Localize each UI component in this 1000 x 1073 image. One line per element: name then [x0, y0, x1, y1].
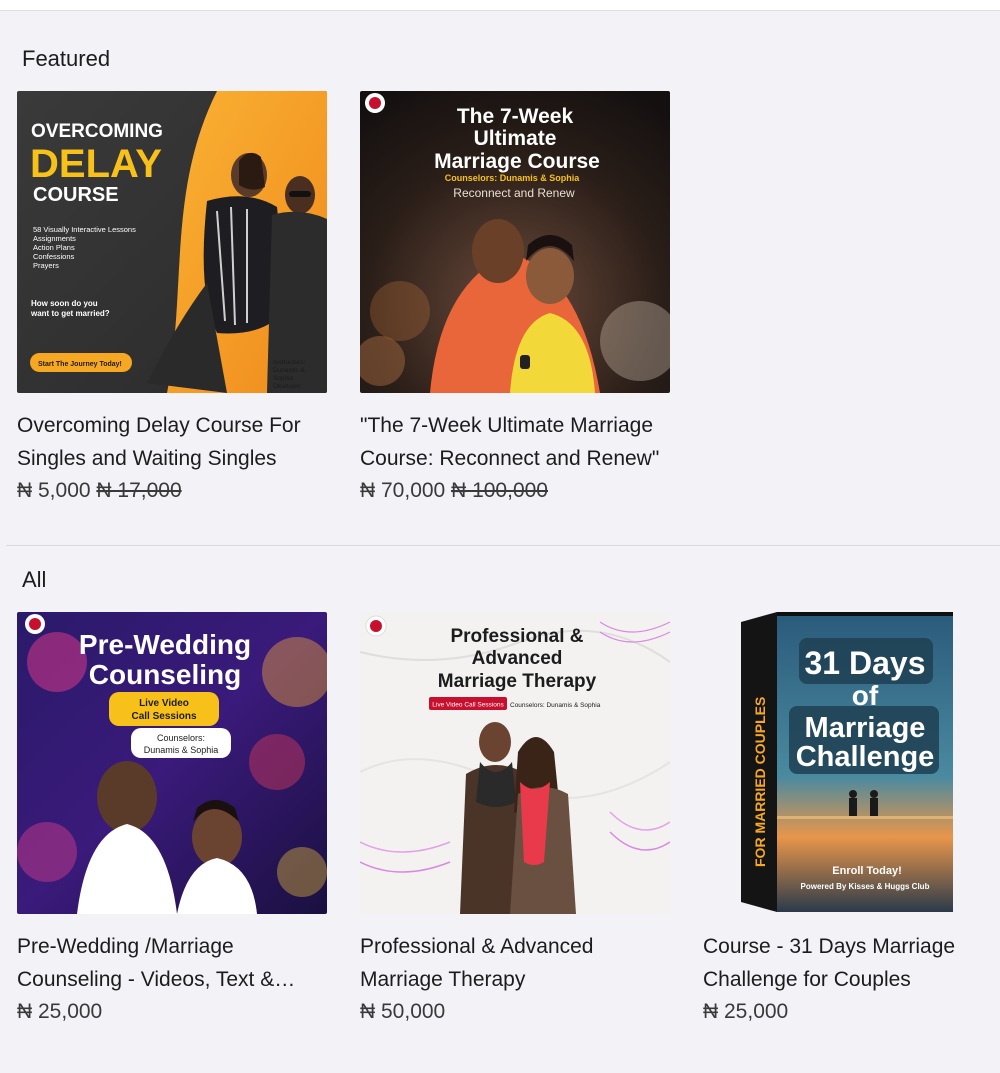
- cover-line3: COURSE: [33, 184, 119, 206]
- cover-question: How soon do you: [31, 299, 98, 308]
- top-bar: [0, 0, 1000, 11]
- cover-counselors: Counselors: Dunamis & Sophia: [445, 173, 581, 183]
- cover-line3: Marriage Course: [434, 150, 600, 173]
- cover-question: want to get married?: [30, 309, 110, 318]
- brand-logo-icon: [369, 97, 381, 109]
- cover-feature: Confessions: [33, 252, 75, 261]
- original-price: ₦ 100,000: [451, 479, 548, 502]
- cover-line1: Professional &: [450, 626, 583, 647]
- product-price: ₦ 25,000: [17, 996, 327, 1028]
- current-price: ₦ 50,000: [360, 1000, 446, 1023]
- cover-bubble2: Dunamis & Sophia: [144, 745, 219, 755]
- brand-logo-icon: [29, 618, 41, 630]
- current-price: ₦ 25,000: [17, 1000, 103, 1023]
- cover-line1: 31 Days: [805, 645, 926, 681]
- cover-feature: Action Plans: [33, 243, 75, 252]
- cover-bubble2: Counselors:: [157, 733, 205, 743]
- pre-wedding-cover: Pre-Wedding Counseling Live Video Call S…: [17, 612, 327, 914]
- overcoming-delay-cover: OVERCOMING DELAY COURSE 58 Visually Inte…: [17, 91, 327, 393]
- 7-week-cover: The 7-Week Ultimate Marriage Course Coun…: [360, 91, 670, 393]
- cover-badge: Live Video Call Sessions: [432, 702, 504, 709]
- cover-cta: Start The Journey Today!: [38, 361, 122, 368]
- cover-feature: 58 Visually Interactive Lessons: [33, 225, 136, 234]
- current-price: ₦ 5,000: [17, 479, 91, 502]
- cover-line3: Marriage: [805, 712, 926, 744]
- product-thumbnail[interactable]: Professional & Advanced Marriage Therapy…: [360, 612, 670, 914]
- brand-logo-icon: [370, 620, 382, 632]
- featured-section-title: Featured: [22, 46, 111, 71]
- cover-tagline: Reconnect and Renew: [453, 186, 575, 200]
- current-price: ₦ 70,000: [360, 479, 446, 502]
- cover-bubble1: Call Sessions: [131, 711, 196, 722]
- product-price: ₦ 70,000 ₦ 100,000: [360, 475, 670, 507]
- original-price: ₦ 17,000: [96, 479, 182, 502]
- cover-line2: DELAY: [30, 142, 162, 186]
- product-title[interactable]: "The 7-Week Ultimate Marriage Course: Re…: [360, 410, 670, 475]
- product-card-professional-therapy[interactable]: Professional & Advanced Marriage Therapy…: [360, 612, 670, 1028]
- cover-bubble1: Live Video: [139, 698, 189, 709]
- cover-line1: OVERCOMING: [31, 121, 163, 142]
- 31-days-box-cover: FOR MARRIED COUPLES 31 Days of Marriage …: [741, 612, 953, 912]
- product-thumbnail[interactable]: FOR MARRIED COUPLES 31 Days of Marriage …: [703, 612, 1000, 914]
- cover-instructors: Sophia: [273, 375, 294, 382]
- product-price: ₦ 50,000: [360, 996, 670, 1028]
- cover-line4: Challenge: [796, 741, 935, 773]
- product-thumbnail[interactable]: Pre-Wedding Counseling Live Video Call S…: [17, 612, 327, 914]
- product-thumbnail[interactable]: OVERCOMING DELAY COURSE 58 Visually Inte…: [17, 91, 327, 393]
- cover-feature: Prayers: [33, 261, 59, 270]
- cover-instructors: Okunowo: [273, 383, 301, 390]
- product-title[interactable]: Pre-Wedding /Marriage Counseling - Video…: [17, 931, 327, 996]
- cover-line3: Marriage Therapy: [438, 671, 597, 692]
- product-price: ₦ 25,000: [703, 996, 1000, 1028]
- product-card-pre-wedding[interactable]: Pre-Wedding Counseling Live Video Call S…: [17, 612, 327, 1028]
- product-title[interactable]: Course - 31 Days Marriage Challenge for …: [703, 931, 1000, 996]
- cover-line2: Counseling: [89, 659, 241, 690]
- product-price: ₦ 5,000 ₦ 17,000: [17, 475, 327, 507]
- therapy-cover: Professional & Advanced Marriage Therapy…: [360, 612, 670, 914]
- product-title[interactable]: Overcoming Delay Course For Singles and …: [17, 410, 327, 475]
- current-price: ₦ 25,000: [703, 1000, 789, 1023]
- product-thumbnail[interactable]: The 7-Week Ultimate Marriage Course Coun…: [360, 91, 670, 393]
- box-spine-text: FOR MARRIED COUPLES: [752, 697, 768, 867]
- product-card-31-days-challenge[interactable]: FOR MARRIED COUPLES 31 Days of Marriage …: [703, 612, 1000, 1028]
- section-divider: [6, 545, 1000, 546]
- cover-line1: Pre-Wedding: [79, 629, 251, 660]
- cover-instructors: Instructors:: [273, 359, 305, 366]
- box-enroll-text: Enroll Today!: [832, 865, 901, 877]
- cover-feature: Assignments: [33, 234, 76, 243]
- cover-instructors: Dunamis &: [273, 367, 305, 374]
- cover-line2: Advanced: [472, 648, 563, 669]
- cover-line2: Ultimate: [474, 127, 557, 150]
- all-section-title: All: [22, 567, 47, 592]
- product-card-7-week-marriage[interactable]: The 7-Week Ultimate Marriage Course Coun…: [360, 91, 670, 507]
- box-powered-text: Powered By Kisses & Huggs Club: [801, 882, 930, 891]
- cover-line1: The 7-Week: [457, 105, 574, 128]
- product-card-overcoming-delay[interactable]: OVERCOMING DELAY COURSE 58 Visually Inte…: [17, 91, 327, 507]
- product-title[interactable]: Professional & Advanced Marriage Therapy: [360, 931, 670, 996]
- cover-counselors: Counselors: Dunamis & Sophia: [510, 702, 601, 709]
